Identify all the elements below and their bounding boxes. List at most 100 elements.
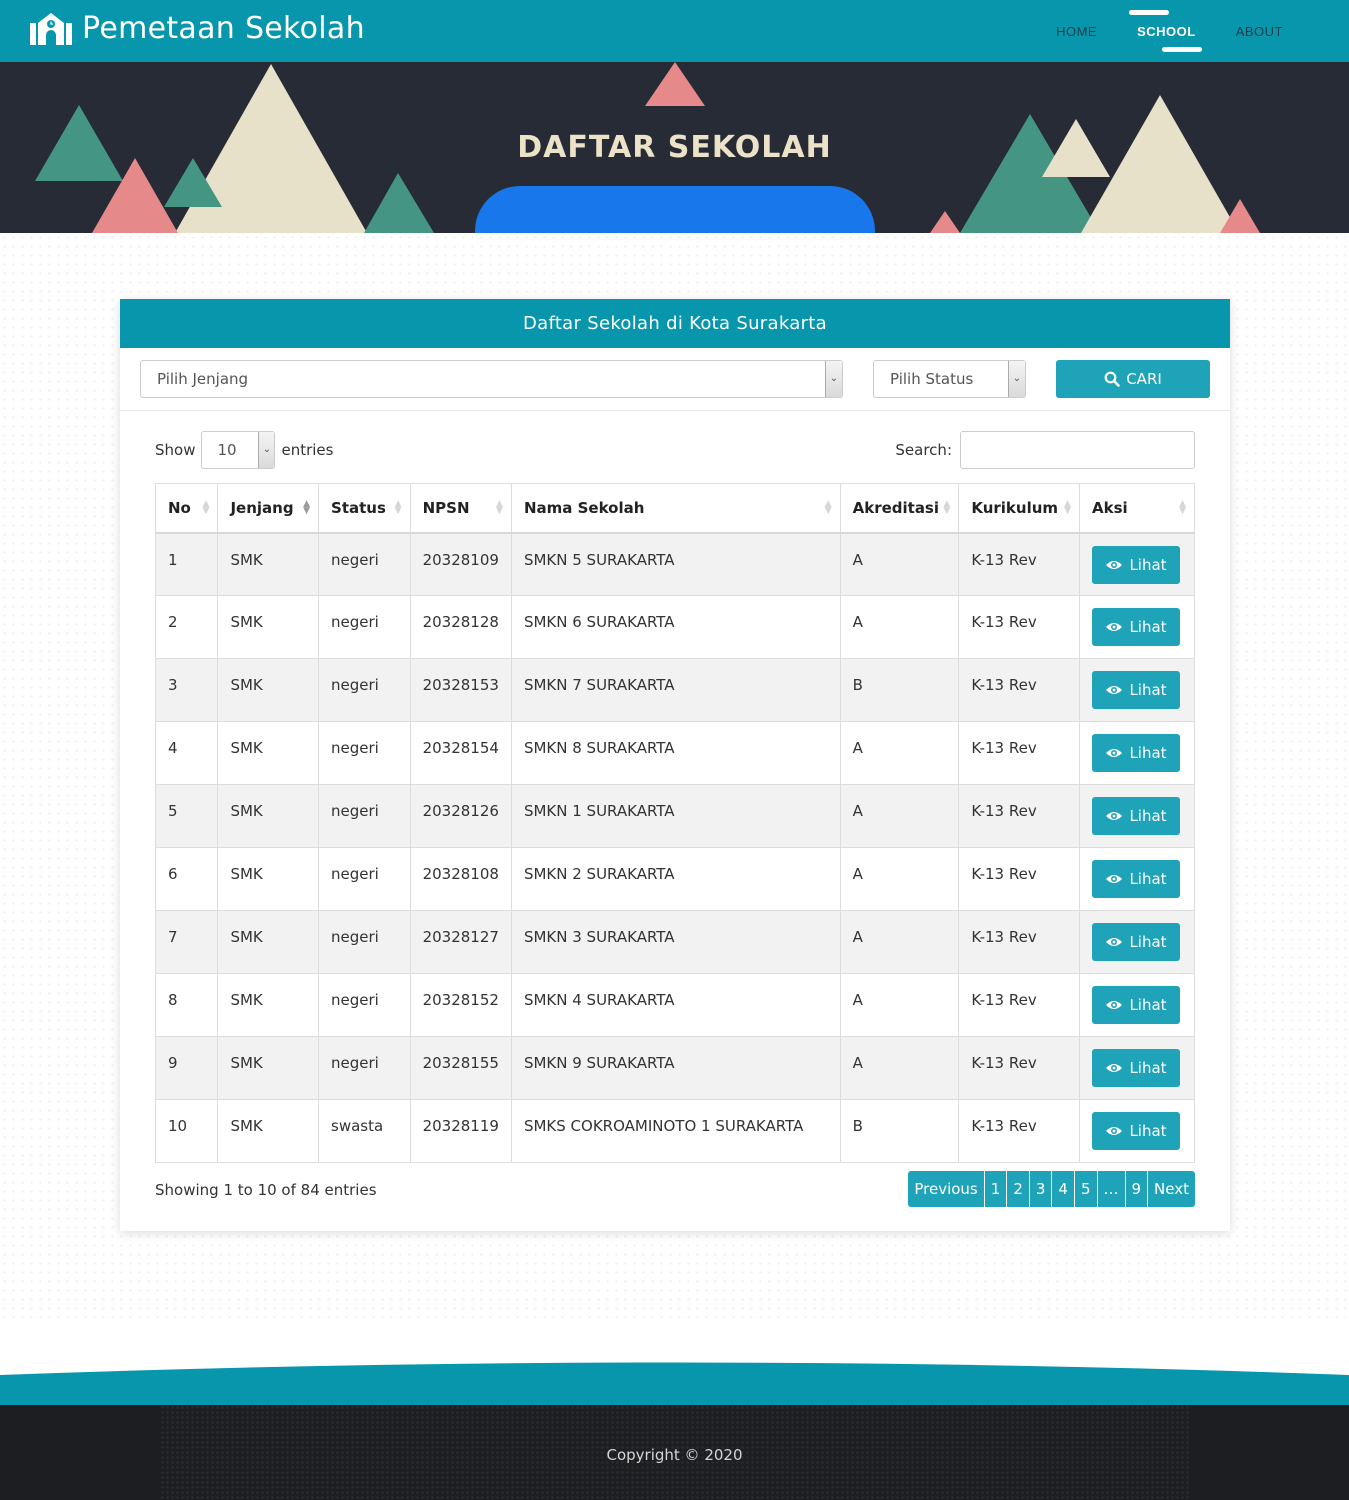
page-ellipsis: …	[1097, 1171, 1125, 1207]
col-header-status[interactable]: Status ▲ ▼	[318, 483, 411, 534]
school-list-card: Daftar Sekolah di Kota Surakarta Pilih J…	[120, 299, 1230, 1231]
eye-icon	[1106, 875, 1123, 883]
cell-npsn: 20328127	[409, 910, 512, 974]
next-button[interactable]: Next	[1148, 1171, 1195, 1207]
page-button-1[interactable]: 1	[984, 1171, 1007, 1207]
page-button-5[interactable]: 5	[1074, 1171, 1097, 1207]
jenjang-select[interactable]: Pilih Jenjang ⌄	[140, 360, 843, 398]
entries-length-select[interactable]: 10 ⌄	[201, 431, 276, 469]
cell-akreditasi: B	[839, 1099, 960, 1163]
eye-icon	[1106, 560, 1123, 569]
cell-akreditasi: A	[839, 595, 960, 659]
table-header-row: No ▲ ▼ Jenjang ▲ ▼ Status ▲ ▼ NPSN ▲ ▼ Nama Seko…	[154, 483, 1195, 534]
page-button-3[interactable]: 3	[1029, 1171, 1052, 1207]
view-button[interactable]: Lihat	[1092, 923, 1181, 961]
col-header-no[interactable]: No ▲ ▼	[154, 483, 219, 534]
cell-kurikulum: K-13 Rev	[958, 721, 1081, 785]
view-button-label: Lihat	[1129, 1059, 1167, 1077]
cell-nama-sekolah: SMKN 7 SURAKARTA	[510, 658, 841, 722]
cell-nama-sekolah: SMKN 4 SURAKARTA	[510, 973, 841, 1037]
table-row: 3 SMK negeri 20328153 SMKN 7 SURAKARTA B K-13 …	[154, 658, 1195, 722]
cell-no: 8	[154, 973, 219, 1037]
cell-no: 3	[154, 658, 219, 722]
cell-status: negeri	[318, 721, 411, 785]
jenjang-select-value: Pilih Jenjang	[157, 370, 249, 388]
cell-jenjang: SMK	[217, 658, 320, 722]
school-building-icon	[30, 13, 72, 45]
brand-title: Pemetaan Sekolah	[82, 10, 365, 46]
sort-icon: ▲ ▼	[1064, 499, 1072, 516]
nav-school[interactable]: SCHOOL	[1117, 0, 1216, 62]
nav-about[interactable]: ABOUT	[1216, 0, 1303, 62]
table-row: 2 SMK negeri 20328128 SMKN 6 SURAKARTA A K-13 …	[154, 595, 1195, 659]
page-button-9[interactable]: 9	[1125, 1171, 1148, 1207]
cell-status: negeri	[318, 784, 411, 848]
col-header-npsn[interactable]: NPSN ▲ ▼	[409, 483, 512, 534]
cell-jenjang: SMK	[217, 973, 320, 1037]
cell-aksi: Lihat	[1079, 973, 1195, 1037]
page-button-4[interactable]: 4	[1052, 1171, 1074, 1207]
col-header-akreditasi[interactable]: Akreditasi ▲ ▼	[839, 483, 960, 534]
table-row: 5 SMK negeri 20328126 SMKN 1 SURAKARTA A K-13 …	[154, 784, 1195, 848]
cell-nama-sekolah: SMKN 2 SURAKARTA	[510, 847, 841, 911]
cell-no: 5	[154, 784, 219, 848]
cell-kurikulum: K-13 Rev	[958, 595, 1081, 659]
table-row: 6 SMK negeri 20328108 SMKN 2 SURAKARTA A K-13 …	[154, 847, 1195, 911]
cell-kurikulum: K-13 Rev	[958, 910, 1081, 974]
view-button[interactable]: Lihat	[1092, 545, 1181, 584]
table-info: Showing 1 to 10 of 84 entries	[155, 1181, 377, 1199]
previous-button[interactable]: Previous	[908, 1171, 984, 1207]
view-button-label: Lihat	[1129, 618, 1167, 636]
view-button-label: Lihat	[1129, 933, 1167, 951]
col-header-nama-sekolah[interactable]: Nama Sekolah ▲ ▼	[510, 483, 841, 534]
eye-icon	[1106, 1001, 1123, 1009]
view-button[interactable]: Lihat	[1092, 1049, 1181, 1087]
cell-aksi: Lihat	[1079, 532, 1195, 596]
col-header-kurikulum[interactable]: Kurikulum ▲ ▼	[958, 483, 1081, 534]
cell-status: swasta	[318, 1099, 411, 1163]
cell-aksi: Lihat	[1079, 595, 1195, 659]
cell-no: 6	[154, 847, 219, 911]
status-select[interactable]: Pilih Status ⌄	[873, 360, 1026, 398]
col-header-label: Akreditasi	[852, 498, 940, 517]
cell-nama-sekolah: SMKN 9 SURAKARTA	[510, 1036, 841, 1100]
view-button[interactable]: Lihat	[1092, 797, 1181, 835]
col-header-label: NPSN	[422, 498, 470, 517]
cell-status: negeri	[318, 910, 411, 974]
chevron-down-icon: ⌄	[1008, 361, 1025, 397]
cell-akreditasi: A	[839, 847, 960, 911]
cell-jenjang: SMK	[217, 1099, 320, 1163]
sort-icon: ▲ ▼	[1179, 499, 1186, 516]
cell-jenjang: SMK	[217, 784, 320, 848]
table-search-input[interactable]	[960, 431, 1195, 469]
eye-icon	[1106, 812, 1123, 820]
footer: Copyright © 2020	[0, 1405, 1349, 1500]
page-button-2[interactable]: 2	[1007, 1171, 1029, 1207]
view-button[interactable]: Lihat	[1092, 860, 1181, 898]
brand[interactable]: Pemetaan Sekolah	[30, 8, 365, 48]
col-header-jenjang[interactable]: Jenjang ▲ ▼	[217, 483, 320, 534]
view-button[interactable]: Lihat	[1092, 734, 1181, 772]
cell-no: 2	[154, 595, 219, 659]
view-button[interactable]: Lihat	[1092, 986, 1181, 1024]
view-button[interactable]: Lihat	[1092, 671, 1181, 709]
cell-npsn: 20328108	[409, 847, 512, 911]
col-header-label: Status	[331, 498, 386, 517]
col-header-aksi[interactable]: Aksi ▲ ▼	[1079, 483, 1195, 534]
view-button[interactable]: Lihat	[1092, 1112, 1181, 1150]
view-button-label: Lihat	[1129, 870, 1167, 888]
view-button[interactable]: Lihat	[1092, 608, 1181, 646]
cell-status: negeri	[318, 847, 411, 911]
cell-akreditasi: A	[839, 1036, 960, 1100]
eye-icon	[1106, 686, 1123, 694]
cell-aksi: Lihat	[1079, 1099, 1195, 1163]
search-icon	[1104, 371, 1121, 387]
cell-jenjang: SMK	[217, 1036, 320, 1100]
nav-home[interactable]: HOME	[1036, 0, 1117, 62]
cell-npsn: 20328152	[409, 973, 512, 1037]
hero-pill-decoration	[475, 186, 875, 233]
cell-npsn: 20328119	[409, 1099, 512, 1163]
search-button[interactable]: CARI	[1056, 360, 1210, 398]
view-button-label: Lihat	[1129, 807, 1167, 825]
cell-nama-sekolah: SMKN 8 SURAKARTA	[510, 721, 841, 785]
